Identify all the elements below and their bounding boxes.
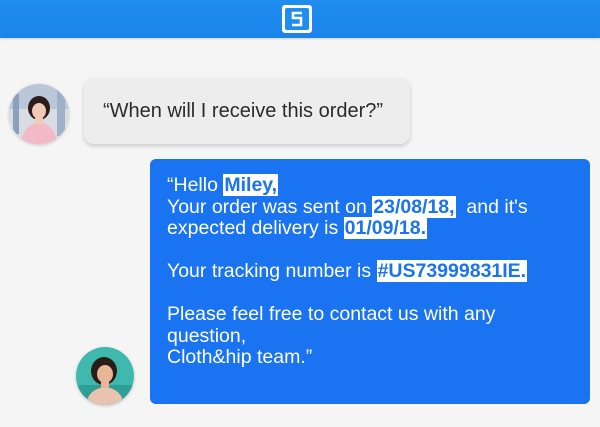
tracking-prefix-text: Your tracking number is [167, 260, 377, 282]
customer-message-text: “When will I receive this order?” [103, 99, 384, 122]
agent-avatar [76, 347, 134, 405]
sent-date-highlight: 23/08/18, [372, 195, 456, 218]
customer-name-highlight: Miley, [223, 174, 279, 196]
customer-avatar [9, 84, 69, 144]
contact-line-1: Please feel free to contact us with any [167, 303, 496, 325]
delivery-date-highlight: 01/09/18. [343, 217, 427, 239]
tracking-number-highlight[interactable]: #US73999831IE. [376, 260, 528, 282]
greeting-text: “Hello [167, 174, 224, 196]
greeting-line: “Hello Miley, [167, 174, 578, 197]
agent-message-bubble: “Hello Miley, Your order was sent on 23/… [150, 159, 590, 404]
tracking-line: Your tracking number is #US73999831IE. [167, 260, 578, 283]
customer-message-bubble: “When will I receive this order?” [84, 78, 410, 144]
sent-prefix-text: Your order was sent on [167, 195, 373, 218]
brand-s-logo-icon[interactable] [282, 5, 312, 33]
header-bar [0, 0, 600, 38]
delivery-date-line: expected delivery is 01/09/18. [167, 217, 578, 240]
contact-line-2: question, [167, 324, 247, 347]
sent-suffix-text: and it's [455, 195, 528, 218]
sent-date-line: Your order was sent on 23/08/18, and it'… [167, 195, 578, 219]
delivery-prefix-text: expected delivery is [167, 217, 344, 239]
signature-line: Cloth&hip team.” [167, 346, 313, 368]
